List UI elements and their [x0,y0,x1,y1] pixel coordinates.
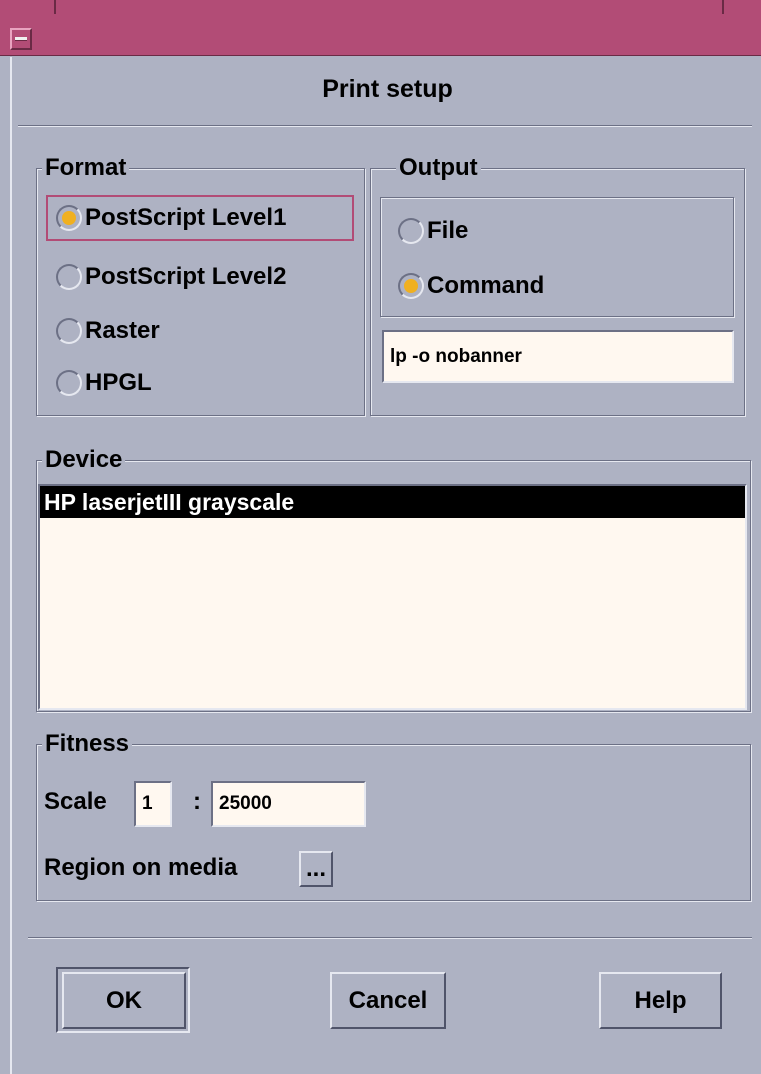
title-bar-divider [54,0,56,14]
dialog-title: Print setup [322,75,453,103]
output-option-command[interactable]: Command [398,269,544,303]
format-option-label: PostScript Level2 [85,263,287,290]
title-separator [18,125,752,127]
scale-denominator-input[interactable]: 25000 [211,781,366,827]
format-option-hpgl[interactable]: HPGL [56,366,152,400]
radio-unselected-icon [56,264,82,290]
fitness-group-label: Fitness [42,731,133,757]
cancel-button[interactable]: Cancel [330,972,446,1029]
device-list-item[interactable]: HP laserjetIII grayscale [40,486,745,518]
format-option-postscript-level2[interactable]: PostScript Level2 [56,260,286,294]
format-group-label: Format [42,155,130,181]
region-on-media-button[interactable]: ... [299,851,333,887]
title-bar-divider [722,0,724,14]
title-bar[interactable] [0,0,761,56]
format-option-label: PostScript Level1 [85,204,287,231]
ok-button[interactable]: OK [62,972,186,1029]
device-list[interactable]: HP laserjetIII grayscale [38,484,747,710]
output-option-label: Command [427,272,545,299]
format-option-postscript-level1[interactable]: PostScript Level1 [56,201,286,235]
device-group-label: Device [42,447,126,473]
buttons-separator [28,937,752,939]
radio-unselected-icon [56,318,82,344]
window-menu-button[interactable] [10,28,32,50]
help-button[interactable]: Help [599,972,722,1029]
scale-numerator-input[interactable]: 1 [134,781,172,827]
scale-denominator-value: 25000 [219,793,272,814]
command-input[interactable]: lp -o nobanner [382,330,734,383]
output-group-label: Output [396,155,481,181]
command-input-value: lp -o nobanner [390,345,522,367]
print-setup-dialog: Print setup Format PostScript Level1 Pos… [10,57,761,1074]
radio-unselected-icon [398,218,424,244]
scale-numerator-value: 1 [142,793,153,814]
output-option-file[interactable]: File [398,214,468,248]
radio-selected-icon [56,205,82,231]
window-menu-icon [15,37,27,41]
format-option-label: HPGL [85,369,152,396]
region-on-media-label: Region on media [44,854,238,881]
format-option-label: Raster [85,317,160,344]
scale-label: Scale [44,788,107,815]
format-option-raster[interactable]: Raster [56,314,160,348]
scale-separator: : [193,788,201,815]
output-option-label: File [427,217,469,244]
radio-unselected-icon [56,370,82,396]
radio-selected-icon [398,273,424,299]
